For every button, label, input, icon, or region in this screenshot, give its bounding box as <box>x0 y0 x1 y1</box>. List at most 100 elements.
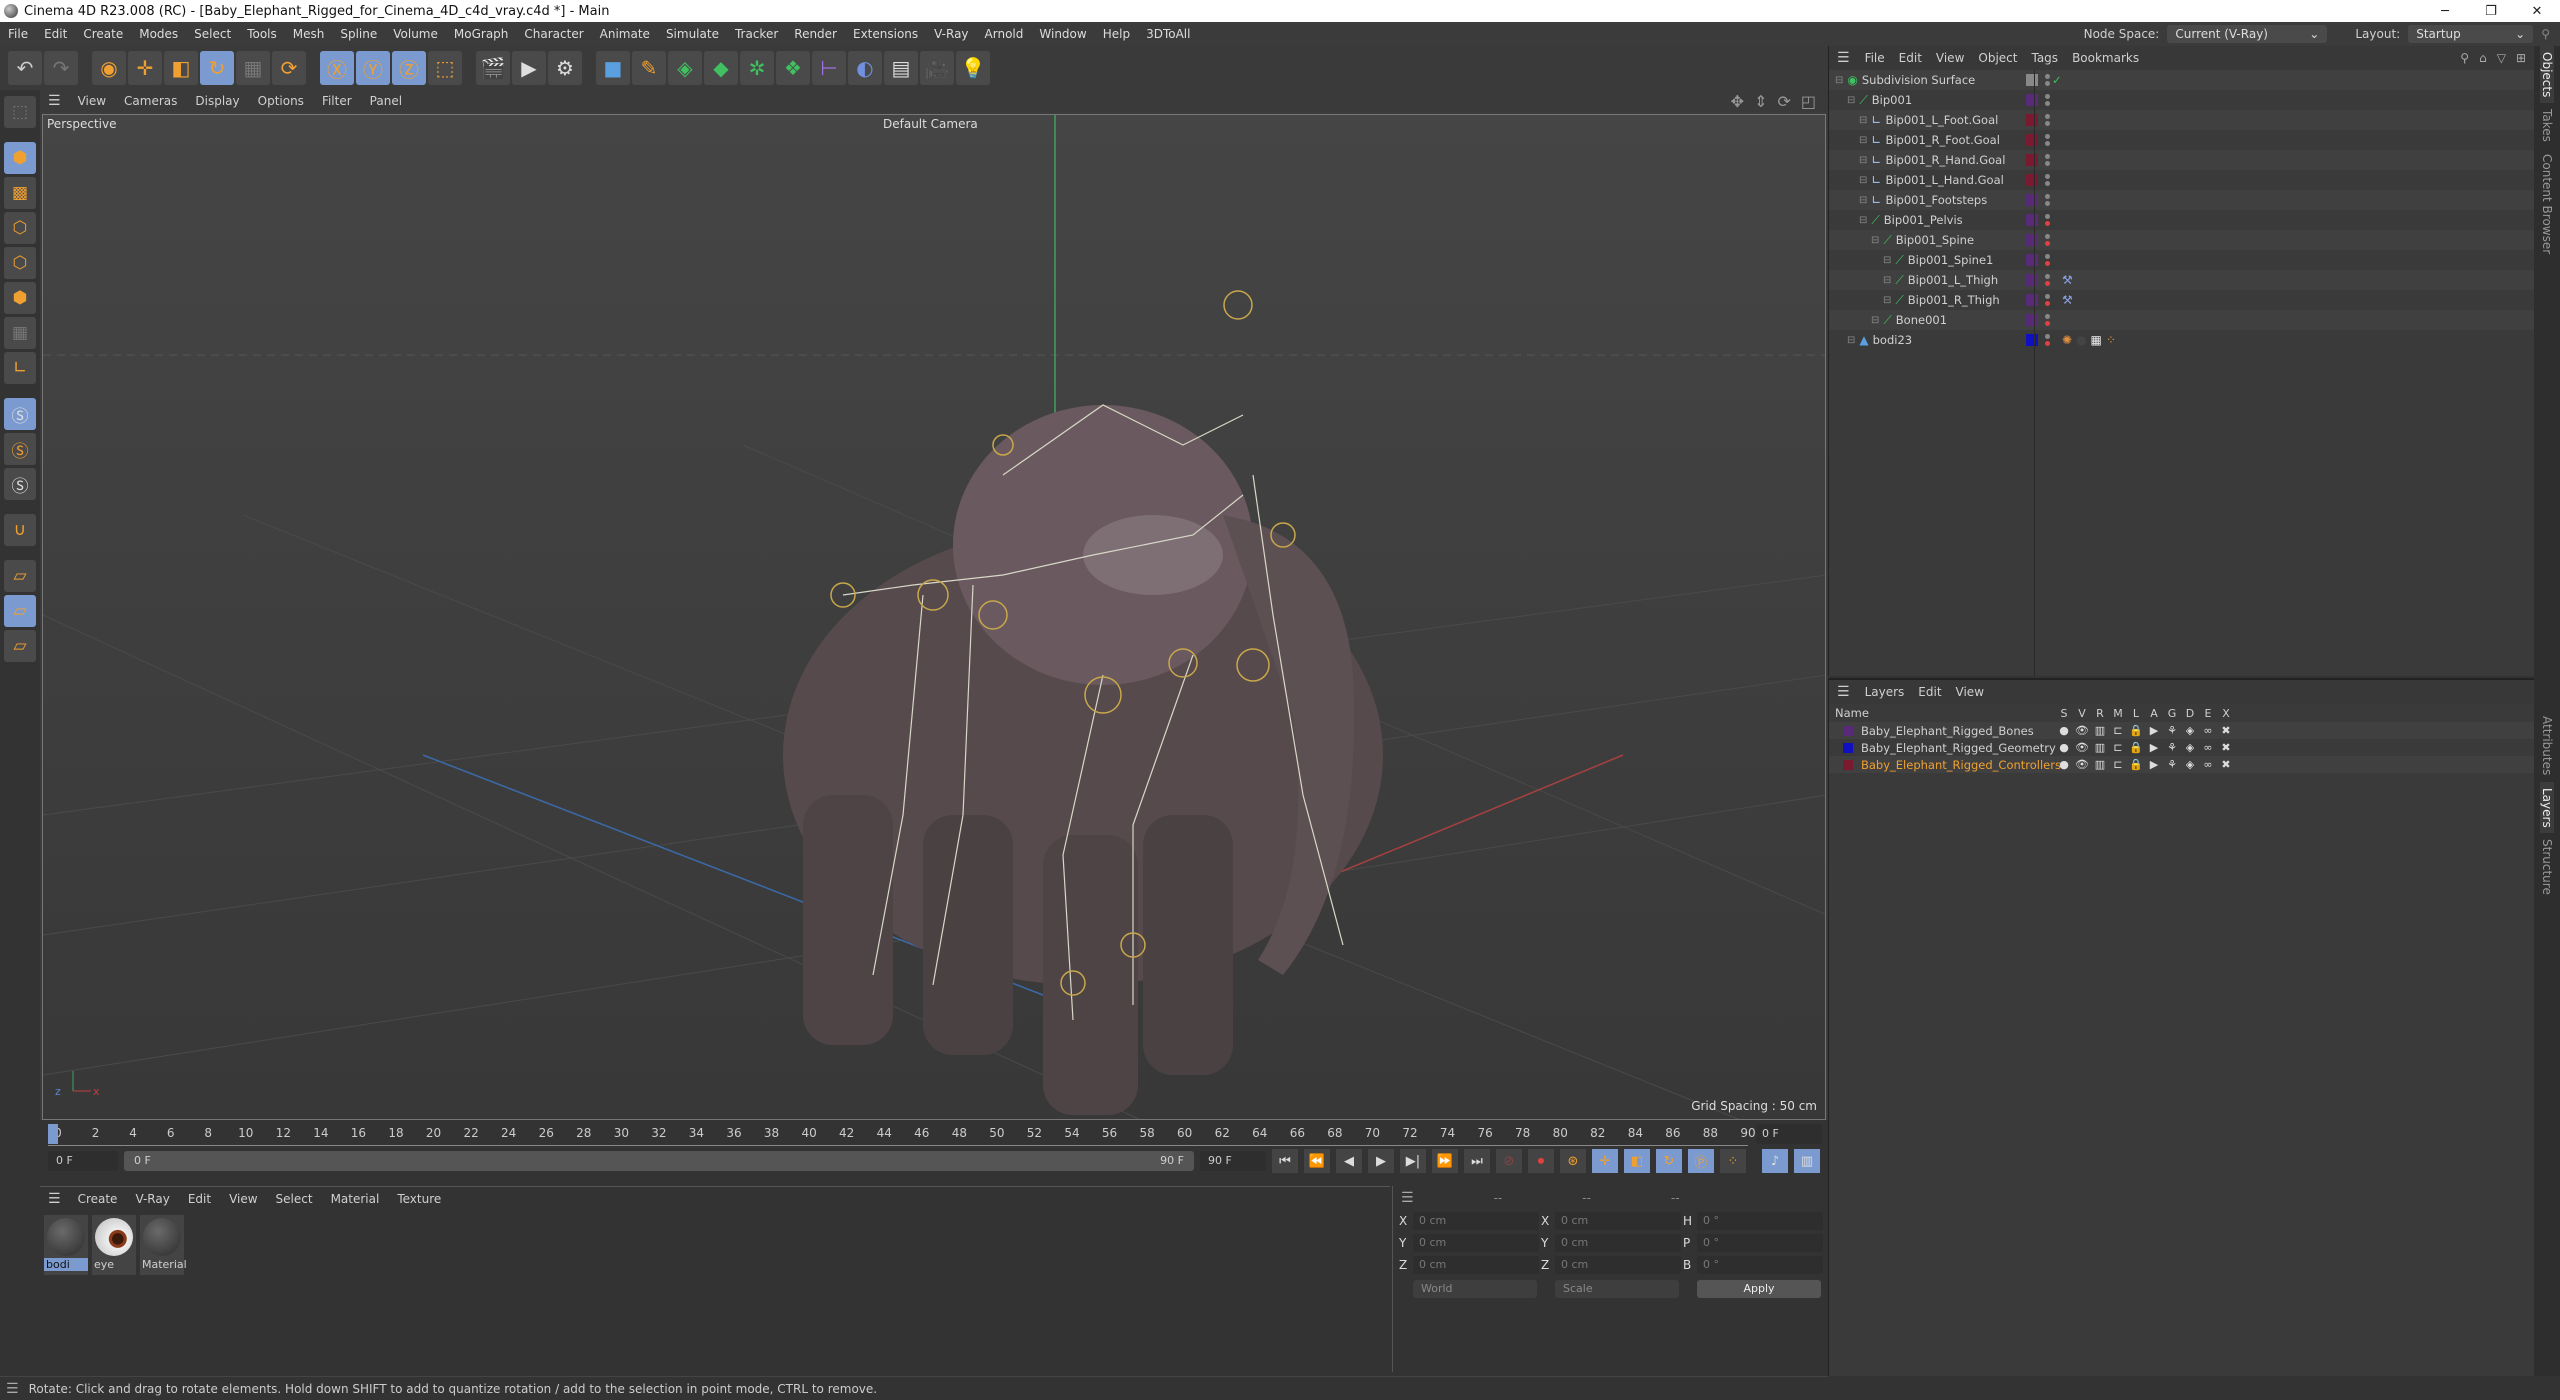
animation-icon[interactable]: ▶ <box>2145 724 2163 737</box>
key-rotation-button[interactable]: ↻ <box>1656 1149 1682 1173</box>
object-row[interactable]: ⊟ ⟋ Bip001_Pelvis <box>1829 210 2534 230</box>
key-position-button[interactable]: ✛ <box>1592 1149 1618 1173</box>
workplane-button[interactable]: ▱ <box>4 560 36 592</box>
menu-animate[interactable]: Animate <box>592 27 658 41</box>
extrude-button[interactable]: ◆ <box>704 51 738 85</box>
zoom-view-icon[interactable]: ⇕ <box>1754 92 1767 111</box>
hamburger-menu-icon[interactable]: ☰ <box>6 1381 19 1397</box>
material-thumbnail[interactable]: eye <box>92 1215 136 1275</box>
solo-hierarchy-button[interactable]: Ⓢ <box>4 433 36 465</box>
object-row[interactable]: ⊟ ⟋ Bip001_Spine <box>1829 230 2534 250</box>
object-row[interactable]: ⊟ ⟋ Bip001_Spine1 <box>1829 250 2534 270</box>
render-view-button[interactable]: ▶ <box>512 51 546 85</box>
layer-row[interactable]: Baby_Elephant_Rigged_Geometry ● 👁 ▥ ⊏ 🔒 ▶ ⚘ ◈ ∞ ✖ <box>1829 739 2534 756</box>
next-frame-button[interactable]: ▶| <box>1400 1149 1426 1173</box>
layer-color-swatch[interactable] <box>2026 214 2038 226</box>
z-axis-button[interactable]: Ⓩ <box>392 51 426 85</box>
material-tag-icon[interactable]: ● <box>2076 333 2086 347</box>
visibility-dots[interactable] <box>2042 114 2052 126</box>
key-point-level-button[interactable]: ⁘ <box>1720 1149 1746 1173</box>
deformer-icon[interactable]: ◈ <box>2181 758 2199 771</box>
layer-column-d[interactable]: D <box>2181 707 2199 720</box>
material-menu-create[interactable]: Create <box>69 1192 127 1206</box>
playhead[interactable] <box>48 1124 58 1144</box>
menu-arnold[interactable]: Arnold <box>977 27 1032 41</box>
tree-line-icon[interactable]: ⊟ <box>1859 115 1867 126</box>
xref-icon[interactable]: ✖ <box>2217 724 2235 737</box>
layer-row[interactable]: Baby_Elephant_Rigged_Bones ● 👁 ▥ ⊏ 🔒 ▶ ⚘ ◈ ∞ ✖ <box>1829 722 2534 739</box>
rotation-field[interactable]: 0 ° <box>1697 1256 1823 1274</box>
array-button[interactable]: ✲ <box>740 51 774 85</box>
expand-toggle-icon[interactable]: ⊟ <box>1859 215 1867 226</box>
deformer-icon[interactable]: ◈ <box>2181 724 2199 737</box>
hamburger-menu-icon[interactable]: ☰ <box>1401 1190 1414 1206</box>
snap-button[interactable]: ∪ <box>4 514 36 546</box>
object-menu-edit[interactable]: Edit <box>1892 51 1929 65</box>
menu-create[interactable]: Create <box>75 27 131 41</box>
timeline-ruler[interactable]: 0 2 4 6 8 10 12 14 16 18 20 22 24 26 28 30 32 34 36 38 40 42 4… <box>48 1124 1756 1146</box>
motion-system-button[interactable]: ♪ <box>1762 1149 1788 1173</box>
object-row[interactable]: ⊟ ◉ Subdivision Surface ✓ <box>1829 70 2534 90</box>
subdivision-button[interactable]: ◈ <box>668 51 702 85</box>
uv-mode-button[interactable]: ▦ <box>4 317 36 349</box>
layer-color-swatch[interactable] <box>2026 314 2038 326</box>
expand-toggle-icon[interactable]: ⊟ <box>1835 75 1843 86</box>
layer-color-swatch[interactable] <box>2026 94 2038 106</box>
pen-button[interactable]: ✎ <box>632 51 666 85</box>
visibility-dots[interactable] <box>2042 194 2052 206</box>
menu-render[interactable]: Render <box>786 27 845 41</box>
animation-icon[interactable]: ▶ <box>2145 741 2163 754</box>
new-window-icon[interactable]: ⊞ <box>2516 51 2526 65</box>
texture-tag-icon[interactable]: ✺ <box>2062 333 2072 347</box>
visibility-dots[interactable] <box>2042 294 2052 306</box>
layer-color-swatch[interactable] <box>2026 114 2038 126</box>
material-thumbnail[interactable]: bodi <box>44 1215 88 1275</box>
generator-icon[interactable]: ⚘ <box>2163 741 2181 754</box>
visible-icon[interactable]: 👁 <box>2073 741 2091 754</box>
solo-icon[interactable]: ● <box>2055 758 2073 771</box>
visibility-dots[interactable] <box>2042 174 2052 186</box>
layer-column-v[interactable]: V <box>2073 707 2091 720</box>
side-tab-structure[interactable]: Structure <box>2540 833 2554 901</box>
search-icon[interactable]: ⚲ <box>2541 27 2550 41</box>
layout-dropdown[interactable]: Startup ⌄ <box>2408 25 2534 43</box>
layer-name[interactable]: Baby_Elephant_Rigged_Controllers <box>1861 758 2061 772</box>
minimize-button[interactable]: ─ <box>2422 4 2468 19</box>
preview-range-slider[interactable]: 0 F 90 F <box>124 1151 1194 1171</box>
go-to-end-button[interactable]: ⏭ <box>1464 1149 1490 1173</box>
visible-icon[interactable]: 👁 <box>2073 724 2091 737</box>
current-frame-field[interactable]: 0 F <box>1756 1124 1822 1144</box>
axis-mode-button[interactable]: ∟ <box>4 352 36 384</box>
layer-color-swatch[interactable] <box>2026 174 2038 186</box>
object-menu-tags[interactable]: Tags <box>2024 51 2065 65</box>
keyframe-selection-button[interactable]: ⊛ <box>1560 1149 1586 1173</box>
node-space-dropdown[interactable]: Current (V-Ray) ⌄ <box>2167 25 2328 43</box>
object-row[interactable]: ⊟ ⟋ Bip001_L_Thigh ⚒ <box>1829 270 2534 290</box>
object-menu-object[interactable]: Object <box>1971 51 2024 65</box>
rotation-field[interactable]: 0 ° <box>1697 1212 1823 1230</box>
side-tab-takes[interactable]: Takes <box>2540 103 2554 148</box>
light-button[interactable]: 💡 <box>956 51 990 85</box>
visibility-dots[interactable] <box>2042 74 2052 86</box>
material-thumbnail[interactable]: Material <box>140 1215 187 1275</box>
menu-edit[interactable]: Edit <box>36 27 75 41</box>
tree-line-icon[interactable]: ⊟ <box>1859 195 1867 206</box>
layer-column-e[interactable]: E <box>2199 707 2217 720</box>
menu-help[interactable]: Help <box>1095 27 1138 41</box>
y-axis-button[interactable]: Ⓨ <box>356 51 390 85</box>
object-row[interactable]: ⊟ ∟ Bip001_Footsteps <box>1829 190 2534 210</box>
home-icon[interactable]: ⌂ <box>2479 51 2487 65</box>
render-icon[interactable]: ▥ <box>2091 741 2109 754</box>
object-row[interactable]: ⊟ ∟ Bip001_R_Hand.Goal <box>1829 150 2534 170</box>
viewport-menu-cameras[interactable]: Cameras <box>115 94 186 108</box>
key-parameter-button[interactable]: Ⓟ <box>1688 1149 1714 1173</box>
object-row[interactable]: ⊟ ∟ Bip001_R_Foot.Goal <box>1829 130 2534 150</box>
layer-column-g[interactable]: G <box>2163 707 2181 720</box>
rotation-field[interactable]: 0 ° <box>1697 1234 1823 1252</box>
make-editable-button[interactable]: ⬚ <box>4 96 36 128</box>
solo-off-button[interactable]: Ⓢ <box>4 468 36 500</box>
timeline[interactable]: 0 2 4 6 8 10 12 14 16 18 20 22 24 26 28 30 32 34 36 38 40 42 4… <box>40 1120 1828 1174</box>
camera-button[interactable]: 🎥 <box>920 51 954 85</box>
recent-tool-button[interactable]: ⟳ <box>272 51 306 85</box>
xref-icon[interactable]: ✖ <box>2217 758 2235 771</box>
